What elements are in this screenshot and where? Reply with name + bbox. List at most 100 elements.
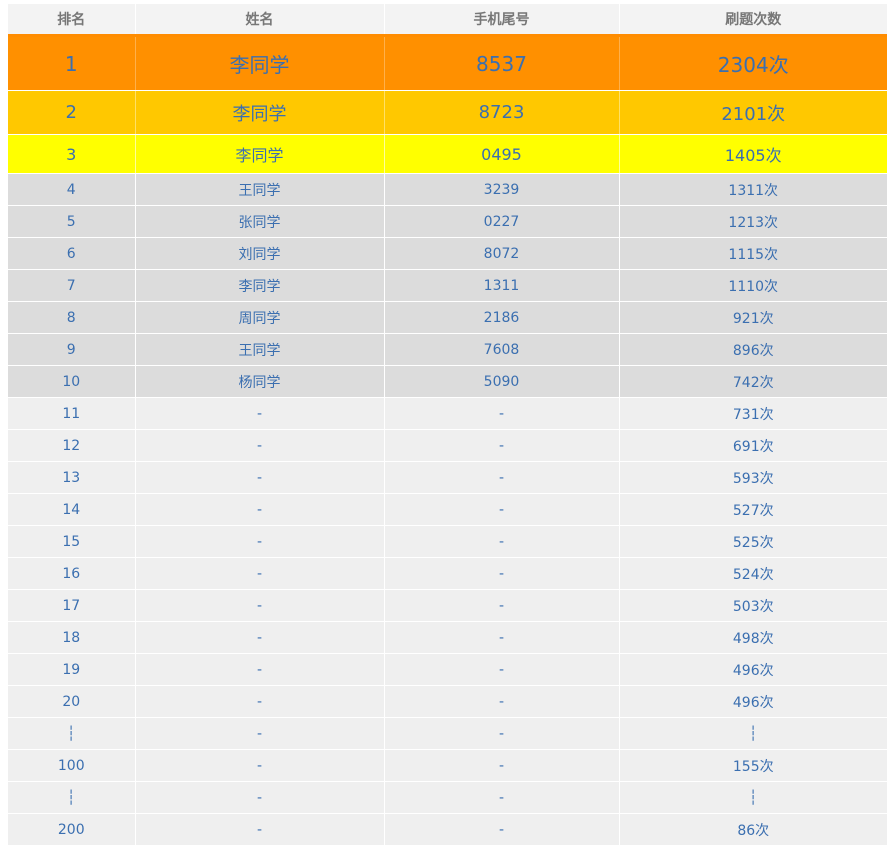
name-cell: - <box>134 781 384 814</box>
header-count: 刷题次数 <box>618 4 887 37</box>
name-cell: 王同学 <box>134 333 384 366</box>
phone-cell: - <box>383 621 619 654</box>
rank-cell: 2 <box>8 90 135 135</box>
phone-cell: 8723 <box>383 90 619 135</box>
name-cell: - <box>134 717 384 750</box>
name-cell: - <box>134 621 384 654</box>
count-cell: ┆ <box>618 781 887 814</box>
name-cell: - <box>134 653 384 686</box>
phone-cell: - <box>383 589 619 622</box>
phone-cell: 7608 <box>383 333 619 366</box>
name-cell: 李同学 <box>134 35 384 91</box>
phone-cell: - <box>383 813 619 846</box>
table-row: 6 刘同学 8072 1115次 <box>8 237 887 270</box>
count-cell: 896次 <box>618 333 887 366</box>
table-row: 17- -503次 <box>8 589 887 622</box>
count-cell: 155次 <box>618 749 887 782</box>
count-cell: 498次 <box>618 621 887 654</box>
name-cell: 刘同学 <box>134 237 384 270</box>
table-row: 20- -496次 <box>8 685 887 718</box>
count-cell: 1405次 <box>618 134 887 174</box>
header-rank: 排名 <box>8 4 135 37</box>
table-row: ┆ - - ┆ <box>8 781 887 814</box>
name-cell: - <box>134 557 384 590</box>
table-row: 9 王同学 7608 896次 <box>8 333 887 366</box>
phone-cell: - <box>383 493 619 526</box>
phone-cell: - <box>383 461 619 494</box>
table-row: 13- -593次 <box>8 461 887 494</box>
phone-cell: - <box>383 749 619 782</box>
rank-cell: 8 <box>8 301 135 334</box>
phone-cell: 0495 <box>383 134 619 174</box>
table-row: 19- -496次 <box>8 653 887 686</box>
table-row: 11- -731次 <box>8 397 887 430</box>
count-cell: 86次 <box>618 813 887 846</box>
rank-cell: 18 <box>8 621 135 654</box>
rank-cell: 100 <box>8 749 135 782</box>
name-cell: 李同学 <box>134 90 384 135</box>
rank-cell: 6 <box>8 237 135 270</box>
phone-cell: 3239 <box>383 173 619 206</box>
leaderboard-body: 1 李同学 8537 2304次 2 李同学 8723 2101次 3 李同学 0495 1405次 4… <box>8 35 887 846</box>
rank-cell: 14 <box>8 493 135 526</box>
rank-cell: 20 <box>8 685 135 718</box>
rank-cell: ┆ <box>8 781 135 814</box>
phone-cell: - <box>383 429 619 462</box>
table-row: 16- -524次 <box>8 557 887 590</box>
count-cell: 1311次 <box>618 173 887 206</box>
table-row: 3 李同学 0495 1405次 <box>8 134 887 174</box>
rank-cell: 9 <box>8 333 135 366</box>
rank-cell: 17 <box>8 589 135 622</box>
rank-cell: 11 <box>8 397 135 430</box>
name-cell: - <box>134 429 384 462</box>
rank-cell: 15 <box>8 525 135 558</box>
table-row: 15- -525次 <box>8 525 887 558</box>
table-row: ┆ - - ┆ <box>8 717 887 750</box>
phone-cell: - <box>383 717 619 750</box>
name-cell: - <box>134 525 384 558</box>
leaderboard-table: 排名 姓名 手机尾号 刷题次数 1 李同学 8537 2304次 2 李同学 8723 210… <box>8 4 887 846</box>
name-cell: 王同学 <box>134 173 384 206</box>
table-row: 10 杨同学 5090 742次 <box>8 365 887 398</box>
header-name: 姓名 <box>134 4 384 37</box>
rank-cell: 200 <box>8 813 135 846</box>
table-row: 18- -498次 <box>8 621 887 654</box>
count-cell: 527次 <box>618 493 887 526</box>
count-cell: 503次 <box>618 589 887 622</box>
name-cell: - <box>134 813 384 846</box>
table-row: 4 王同学 3239 1311次 <box>8 173 887 206</box>
count-cell: 1115次 <box>618 237 887 270</box>
count-cell: 921次 <box>618 301 887 334</box>
phone-cell: 1311 <box>383 269 619 302</box>
name-cell: 李同学 <box>134 269 384 302</box>
phone-cell: 0227 <box>383 205 619 238</box>
phone-cell: 2186 <box>383 301 619 334</box>
rank-cell: 19 <box>8 653 135 686</box>
rank-cell: 12 <box>8 429 135 462</box>
phone-cell: - <box>383 525 619 558</box>
rank-cell: ┆ <box>8 717 135 750</box>
name-cell: 杨同学 <box>134 365 384 398</box>
count-cell: 593次 <box>618 461 887 494</box>
rank-cell: 13 <box>8 461 135 494</box>
name-cell: - <box>134 397 384 430</box>
table-row: 14- -527次 <box>8 493 887 526</box>
count-cell: 1213次 <box>618 205 887 238</box>
header-phone: 手机尾号 <box>383 4 619 37</box>
rank-cell: 3 <box>8 134 135 174</box>
count-cell: 496次 <box>618 653 887 686</box>
phone-cell: 8072 <box>383 237 619 270</box>
rank-cell: 16 <box>8 557 135 590</box>
rank-cell: 10 <box>8 365 135 398</box>
rank-cell: 4 <box>8 173 135 206</box>
table-row: 12- -691次 <box>8 429 887 462</box>
phone-cell: - <box>383 397 619 430</box>
count-cell: 691次 <box>618 429 887 462</box>
name-cell: - <box>134 749 384 782</box>
table-row: 200- -86次 <box>8 813 887 846</box>
count-cell: 524次 <box>618 557 887 590</box>
name-cell: 周同学 <box>134 301 384 334</box>
table-row: 2 李同学 8723 2101次 <box>8 90 887 135</box>
count-cell: 1110次 <box>618 269 887 302</box>
phone-cell: - <box>383 685 619 718</box>
